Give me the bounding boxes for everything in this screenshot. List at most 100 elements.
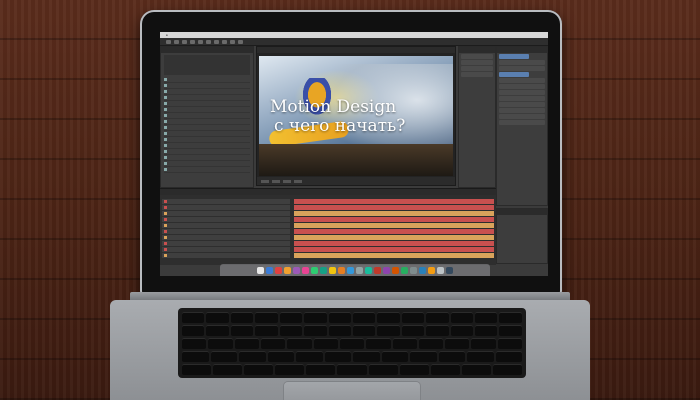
timeline-layer[interactable] [162,217,290,222]
key[interactable] [279,325,303,336]
key[interactable] [418,338,444,349]
layer-label-swatch[interactable] [164,248,167,251]
layer-label-swatch[interactable] [164,200,167,203]
key[interactable] [410,351,437,362]
dock-app-icon[interactable] [383,266,390,274]
key[interactable] [492,364,523,375]
layer-label-swatch[interactable] [164,218,167,221]
project-panel-tabs[interactable] [161,47,253,53]
key[interactable] [471,338,496,349]
layer-duration-bar[interactable] [294,253,494,258]
tracking-field[interactable] [499,78,545,83]
resolution-control[interactable] [272,179,280,183]
key[interactable] [377,312,400,323]
camera-view-control[interactable] [283,179,291,183]
key[interactable] [287,338,312,349]
key[interactable] [324,351,351,362]
key[interactable] [206,325,229,336]
key[interactable] [210,351,237,362]
key[interactable] [182,312,205,323]
key[interactable] [182,325,205,336]
key[interactable] [445,338,470,349]
view-layout-control[interactable] [294,179,302,183]
effects-panel-tabs[interactable] [497,209,547,215]
key[interactable] [467,351,494,362]
timeline-tabs[interactable] [160,189,496,195]
layer-duration-bar[interactable] [294,229,494,234]
layer-label-swatch[interactable] [164,236,167,239]
key[interactable] [430,364,460,375]
rotate-tool-icon[interactable] [190,39,195,44]
dock-app-icon[interactable] [428,266,435,274]
key[interactable] [182,338,207,349]
key[interactable] [255,325,278,336]
space-after-field[interactable] [499,120,545,125]
timeline-layer[interactable] [162,205,290,210]
dock-app-icon[interactable] [374,266,381,274]
key[interactable] [213,364,243,375]
key[interactable] [208,338,233,349]
key[interactable] [366,338,391,349]
timeline-layer[interactable] [162,241,290,246]
selection-tool-icon[interactable] [166,39,171,44]
magnification-control[interactable] [261,179,269,183]
key[interactable] [450,312,474,323]
key[interactable] [461,364,491,375]
layer-label-swatch[interactable] [164,206,167,209]
space-before-field[interactable] [499,114,545,119]
key[interactable] [499,325,522,336]
dock-app-icon[interactable] [365,266,372,274]
project-item[interactable] [164,167,250,173]
key[interactable] [377,325,400,336]
indent-field[interactable] [499,108,545,113]
key[interactable] [304,312,327,323]
key[interactable] [392,338,417,349]
color-swatch[interactable] [499,72,529,77]
brush-tool-icon[interactable] [238,39,243,44]
timeline-layer[interactable] [162,223,290,228]
kerning-field[interactable] [499,84,545,89]
key[interactable] [475,312,498,323]
zoom-tool-icon[interactable] [182,39,187,44]
key[interactable] [401,312,425,323]
timeline-layer[interactable] [162,247,290,252]
dock-app-icon[interactable] [356,266,363,274]
timeline-layer[interactable] [162,229,290,234]
key[interactable] [255,312,278,323]
key[interactable] [230,325,254,336]
info-panel-tabs[interactable] [459,47,495,53]
layer-duration-bar[interactable] [294,247,494,252]
layer-label-swatch[interactable] [164,242,167,245]
key[interactable] [401,325,425,336]
key[interactable] [381,351,408,362]
dock-app-icon[interactable] [446,266,453,274]
key[interactable] [234,338,259,349]
pen-tool-icon[interactable] [222,39,227,44]
key[interactable] [244,364,274,375]
dock-app-icon[interactable] [329,266,336,274]
key[interactable] [230,312,254,323]
dock-app-icon[interactable] [302,266,309,274]
key[interactable] [450,325,474,336]
timeline-layer[interactable] [162,211,290,216]
layer-label-swatch[interactable] [164,254,167,257]
key[interactable] [339,338,365,349]
dock-app-icon[interactable] [311,266,318,274]
pan-tool-icon[interactable] [206,39,211,44]
shape-tool-icon[interactable] [214,39,219,44]
font-size-field[interactable] [499,60,545,65]
dock-app-icon[interactable] [401,266,408,274]
key[interactable] [475,325,498,336]
dock-app-icon[interactable] [275,266,282,274]
timeline-layer[interactable] [162,235,290,240]
key[interactable] [328,325,351,336]
layer-label-swatch[interactable] [164,230,167,233]
key[interactable] [499,312,522,323]
dock-app-icon[interactable] [347,266,354,274]
key[interactable] [368,364,398,375]
timeline-layer[interactable] [162,199,290,204]
key[interactable] [497,338,523,349]
stroke-field[interactable] [499,90,545,95]
hand-tool-icon[interactable] [174,39,179,44]
layer-duration-bar[interactable] [294,223,494,228]
